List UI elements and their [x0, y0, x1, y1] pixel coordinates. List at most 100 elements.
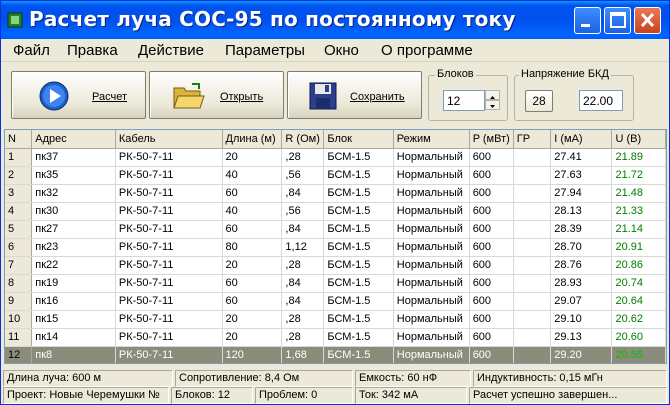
cable-cell[interactable]: РК-50-7-11 [115, 274, 223, 293]
table-row[interactable]: 4 пк30 РК-50-7-11 40,56 БСМ-1.5 Нормальный 600… [5, 202, 666, 221]
voltage-cell[interactable]: 20.91 [611, 238, 666, 257]
row-number[interactable]: 1 [5, 148, 33, 167]
table-row[interactable]: 1 пк37 РК-50-7-11 20,28 БСМ-1.5 Нормальный 600… [5, 148, 666, 167]
mode-cell[interactable]: Нормальный [393, 148, 470, 167]
gr-cell[interactable] [513, 238, 552, 257]
gr-cell[interactable] [513, 220, 552, 239]
address-cell[interactable]: пк23 [31, 238, 116, 257]
length-cell[interactable]: 20 [222, 256, 283, 275]
row-number[interactable]: 7 [5, 256, 33, 275]
length-cell[interactable]: 60 [222, 274, 283, 293]
voltage-cell[interactable]: 20.62 [611, 310, 666, 329]
current-cell[interactable]: 28.70 [550, 238, 613, 257]
voltage-cell[interactable]: 21.14 [611, 220, 666, 239]
gr-cell[interactable] [513, 166, 552, 185]
open-button[interactable]: Открыть [149, 71, 284, 119]
col-power[interactable]: P (мВт) [469, 130, 514, 149]
current-cell[interactable]: 29.13 [550, 328, 613, 347]
gr-cell[interactable] [513, 310, 552, 329]
current-cell[interactable]: 29.20 [550, 346, 613, 363]
col-current[interactable]: I (мА) [550, 130, 613, 149]
menu-about[interactable]: О программе [381, 42, 473, 59]
spin-down-button[interactable] [485, 100, 500, 110]
current-cell[interactable]: 27.41 [550, 148, 613, 167]
address-cell[interactable]: пк14 [31, 328, 116, 347]
col-voltage[interactable]: U (В) [611, 130, 666, 149]
address-cell[interactable]: пк35 [31, 166, 116, 185]
cable-cell[interactable]: РК-50-7-11 [115, 238, 223, 257]
col-resistance[interactable]: R (Ом) [281, 130, 325, 149]
mode-cell[interactable]: Нормальный [393, 346, 470, 363]
cable-cell[interactable]: РК-50-7-11 [115, 202, 223, 221]
voltage-cell[interactable]: 20.86 [611, 256, 666, 275]
block-cell[interactable]: БСМ-1.5 [323, 310, 394, 329]
gr-cell[interactable] [513, 346, 552, 363]
mode-cell[interactable]: Нормальный [393, 220, 470, 239]
power-cell[interactable]: 600 [469, 274, 514, 293]
power-cell[interactable]: 600 [469, 202, 514, 221]
table-row[interactable]: 2 пк35 РК-50-7-11 40,56 БСМ-1.5 Нормальный 600… [5, 166, 666, 185]
resistance-cell[interactable]: ,28 [281, 148, 325, 167]
maximize-button[interactable] [604, 7, 631, 34]
power-cell[interactable]: 600 [469, 310, 514, 329]
resistance-cell[interactable]: ,56 [281, 166, 325, 185]
gr-cell[interactable] [513, 256, 552, 275]
col-length[interactable]: Длина (м) [222, 130, 283, 149]
cable-cell[interactable]: РК-50-7-11 [115, 148, 223, 167]
mode-cell[interactable]: Нормальный [393, 310, 470, 329]
table-row[interactable]: 12 пк8 РК-50-7-11 120 1,68 БСМ-1.5 Нормальный 6… [5, 346, 666, 363]
table-row[interactable]: 9 пк16 РК-50-7-11 60,84 БСМ-1.5 Нормальный 600… [5, 292, 666, 311]
col-cable[interactable]: Кабель [115, 130, 223, 149]
block-cell[interactable]: БСМ-1.5 [323, 328, 394, 347]
col-n[interactable]: N [5, 130, 33, 149]
table-row[interactable]: 5 пк27 РК-50-7-11 60,84 БСМ-1.5 Нормальный 600… [5, 220, 666, 239]
table-row[interactable]: 7 пк22 РК-50-7-11 20,28 БСМ-1.5 Нормальный 600… [5, 256, 666, 275]
mode-cell[interactable]: Нормальный [393, 292, 470, 311]
address-cell[interactable]: пк15 [31, 310, 116, 329]
row-number[interactable]: 8 [5, 274, 33, 293]
cable-cell[interactable]: РК-50-7-11 [115, 166, 223, 185]
cable-cell[interactable]: РК-50-7-11 [115, 310, 223, 329]
length-cell[interactable]: 20 [222, 328, 283, 347]
mode-cell[interactable]: Нормальный [393, 184, 470, 203]
length-cell[interactable]: 80 [222, 238, 283, 257]
block-cell[interactable]: БСМ-1.5 [323, 346, 394, 363]
cable-cell[interactable]: РК-50-7-11 [115, 220, 223, 239]
blocks-input[interactable] [443, 90, 485, 111]
resistance-cell[interactable]: 1,68 [281, 346, 325, 363]
current-cell[interactable]: 28.93 [550, 274, 613, 293]
length-cell[interactable]: 40 [222, 202, 283, 221]
power-cell[interactable]: 600 [469, 238, 514, 257]
row-number[interactable]: 2 [5, 166, 33, 185]
address-cell[interactable]: пк16 [31, 292, 116, 311]
row-number[interactable]: 11 [5, 328, 33, 347]
cable-cell[interactable]: РК-50-7-11 [115, 184, 223, 203]
resistance-cell[interactable]: ,84 [281, 184, 325, 203]
power-cell[interactable]: 600 [469, 184, 514, 203]
block-cell[interactable]: БСМ-1.5 [323, 220, 394, 239]
col-block[interactable]: Блок [323, 130, 394, 149]
spin-up-button[interactable] [485, 90, 500, 100]
voltage-cell[interactable]: 21.48 [611, 184, 666, 203]
row-number[interactable]: 4 [5, 202, 33, 221]
menu-file[interactable]: Файл [13, 42, 50, 59]
table-row[interactable]: 8 пк19 РК-50-7-11 60,84 БСМ-1.5 Нормальный 600… [5, 274, 666, 293]
cable-cell[interactable]: РК-50-7-11 [115, 328, 223, 347]
length-cell[interactable]: 60 [222, 292, 283, 311]
row-number[interactable]: 10 [5, 310, 33, 329]
resistance-cell[interactable]: ,28 [281, 310, 325, 329]
row-number[interactable]: 6 [5, 238, 33, 257]
mode-cell[interactable]: Нормальный [393, 238, 470, 257]
block-cell[interactable]: БСМ-1.5 [323, 238, 394, 257]
address-cell[interactable]: пк19 [31, 274, 116, 293]
cable-cell[interactable]: РК-50-7-11 [115, 346, 223, 363]
calc-button[interactable]: Расчет [11, 71, 146, 119]
results-table[interactable]: N Адрес Кабель Длина (м) R (Ом) Блок Реж… [4, 129, 667, 364]
resistance-cell[interactable]: ,28 [281, 328, 325, 347]
current-cell[interactable]: 27.94 [550, 184, 613, 203]
power-cell[interactable]: 600 [469, 256, 514, 275]
col-address[interactable]: Адрес [31, 130, 116, 149]
menu-action[interactable]: Действие [138, 42, 204, 59]
table-row[interactable]: 10 пк15 РК-50-7-11 20,28 БСМ-1.5 Нормальный 60… [5, 310, 666, 329]
voltage-cell[interactable]: 20.60 [611, 328, 666, 347]
